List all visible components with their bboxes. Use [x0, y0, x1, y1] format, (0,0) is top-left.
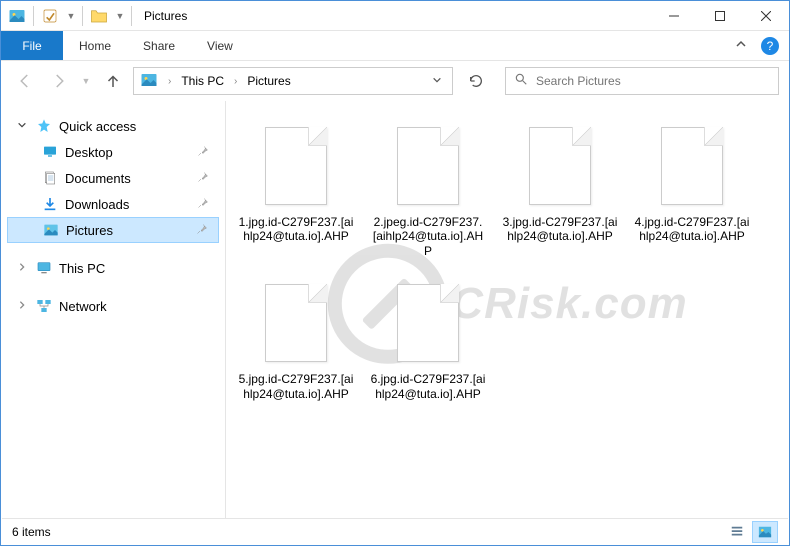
- file-icon: [257, 121, 335, 211]
- view-details-button[interactable]: [724, 521, 750, 543]
- status-bar: 6 items: [2, 518, 788, 544]
- view-large-icons-button[interactable]: [752, 521, 778, 543]
- file-name-label: 5.jpg.id-C279F237.[aihlp24@tuta.io].AHP: [236, 368, 356, 401]
- file-name-label: 2.jpeg.id-C279F237.[aihlp24@tuta.io].AHP: [368, 211, 488, 258]
- pin-icon: [197, 145, 209, 160]
- tree-label: Desktop: [65, 145, 113, 160]
- help-icon[interactable]: ?: [761, 37, 779, 55]
- qat-separator: [82, 6, 83, 26]
- breadcrumb-current[interactable]: Pictures: [243, 74, 294, 88]
- ribbon-collapse-icon[interactable]: [735, 37, 747, 55]
- pin-icon: [196, 223, 208, 238]
- nav-forward-button[interactable]: [45, 67, 73, 95]
- tree-label: Documents: [65, 171, 131, 186]
- nav-up-button[interactable]: [99, 67, 127, 95]
- chevron-right-icon[interactable]: [15, 300, 29, 313]
- file-item[interactable]: 5.jpg.id-C279F237.[aihlp24@tuta.io].AHP: [234, 272, 358, 407]
- main-panel: Quick access Desktop Documents Downloads: [1, 101, 789, 521]
- tab-file[interactable]: File: [1, 31, 63, 60]
- tree-label: Network: [59, 299, 107, 314]
- file-item[interactable]: 2.jpeg.id-C279F237.[aihlp24@tuta.io].AHP: [366, 115, 490, 264]
- file-icon: [257, 278, 335, 368]
- sidebar-item-documents[interactable]: Documents: [7, 165, 219, 191]
- minimize-button[interactable]: [651, 1, 697, 31]
- file-name-label: 3.jpg.id-C279F237.[aihlp24@tuta.io].AHP: [500, 211, 620, 244]
- breadcrumb[interactable]: › This PC › Pictures: [133, 67, 453, 95]
- search-icon: [514, 72, 528, 91]
- chevron-right-icon[interactable]: ›: [162, 76, 177, 87]
- tab-home[interactable]: Home: [63, 31, 127, 60]
- refresh-button[interactable]: [459, 67, 493, 95]
- search-input[interactable]: [536, 74, 770, 88]
- window-title: Pictures: [144, 9, 187, 23]
- file-item[interactable]: 3.jpg.id-C279F237.[aihlp24@tuta.io].AHP: [498, 115, 622, 264]
- titlebar: ▼ ▼ Pictures: [1, 1, 789, 31]
- breadcrumb-history-dropdown[interactable]: [426, 75, 448, 88]
- nav-recent-dropdown[interactable]: ▼: [79, 67, 93, 95]
- file-list-pane[interactable]: CRisk.com 1.jpg.id-C279F237.[aihlp24@tut…: [226, 101, 789, 521]
- this-pc-icon: [35, 259, 53, 277]
- tree-label: This PC: [59, 261, 105, 276]
- tree-label: Quick access: [59, 119, 136, 134]
- tree-quick-access[interactable]: Quick access: [7, 113, 219, 139]
- network-icon: [35, 297, 53, 315]
- file-icon: [389, 278, 467, 368]
- maximize-button[interactable]: [697, 1, 743, 31]
- file-name-label: 1.jpg.id-C279F237.[aihlp24@tuta.io].AHP: [236, 211, 356, 244]
- tree-this-pc[interactable]: This PC: [7, 255, 219, 281]
- sidebar-item-desktop[interactable]: Desktop: [7, 139, 219, 165]
- file-name-label: 4.jpg.id-C279F237.[aihlp24@tuta.io].AHP: [632, 211, 752, 244]
- sidebar-item-downloads[interactable]: Downloads: [7, 191, 219, 217]
- file-icon: [653, 121, 731, 211]
- breadcrumb-root[interactable]: This PC: [177, 74, 228, 88]
- pictures-icon: [42, 221, 60, 239]
- chevron-down-icon[interactable]: [15, 120, 29, 133]
- pin-icon: [197, 197, 209, 212]
- qat-properties-icon[interactable]: [38, 5, 62, 27]
- window-controls: [651, 1, 789, 31]
- qat-dropdown-icon[interactable]: ▼: [64, 5, 78, 27]
- desktop-icon: [41, 143, 59, 161]
- quick-access-toolbar: ▼ ▼ Pictures: [1, 5, 191, 27]
- qat-separator: [33, 6, 34, 26]
- folder-dropdown-icon[interactable]: ▼: [113, 5, 127, 27]
- star-icon: [35, 117, 53, 135]
- file-grid: 1.jpg.id-C279F237.[aihlp24@tuta.io].AHP 2…: [234, 115, 781, 407]
- status-item-count: 6 items: [12, 525, 51, 539]
- sidebar-item-pictures[interactable]: Pictures: [7, 217, 219, 243]
- file-item[interactable]: 6.jpg.id-C279F237.[aihlp24@tuta.io].AHP: [366, 272, 490, 407]
- ribbon-tabs: File Home Share View ?: [1, 31, 789, 61]
- tree-label: Downloads: [65, 197, 129, 212]
- chevron-right-icon[interactable]: ›: [228, 76, 243, 87]
- address-bar: ▼ › This PC › Pictures: [1, 61, 789, 101]
- tree-label: Pictures: [66, 223, 113, 238]
- file-item[interactable]: 1.jpg.id-C279F237.[aihlp24@tuta.io].AHP: [234, 115, 358, 264]
- nav-back-button[interactable]: [11, 67, 39, 95]
- folder-type-icon[interactable]: [87, 5, 111, 27]
- qat-pictures-icon[interactable]: [5, 5, 29, 27]
- search-box[interactable]: [505, 67, 779, 95]
- navigation-pane: Quick access Desktop Documents Downloads: [1, 101, 226, 521]
- tree-network[interactable]: Network: [7, 293, 219, 319]
- chevron-right-icon[interactable]: [15, 262, 29, 275]
- file-icon: [389, 121, 467, 211]
- pin-icon: [197, 171, 209, 186]
- file-icon: [521, 121, 599, 211]
- file-item[interactable]: 4.jpg.id-C279F237.[aihlp24@tuta.io].AHP: [630, 115, 754, 264]
- documents-icon: [41, 169, 59, 187]
- tab-view[interactable]: View: [191, 31, 249, 60]
- file-name-label: 6.jpg.id-C279F237.[aihlp24@tuta.io].AHP: [368, 368, 488, 401]
- breadcrumb-pictures-icon: [140, 71, 160, 91]
- close-button[interactable]: [743, 1, 789, 31]
- downloads-icon: [41, 195, 59, 213]
- qat-separator: [131, 6, 132, 26]
- tab-share[interactable]: Share: [127, 31, 191, 60]
